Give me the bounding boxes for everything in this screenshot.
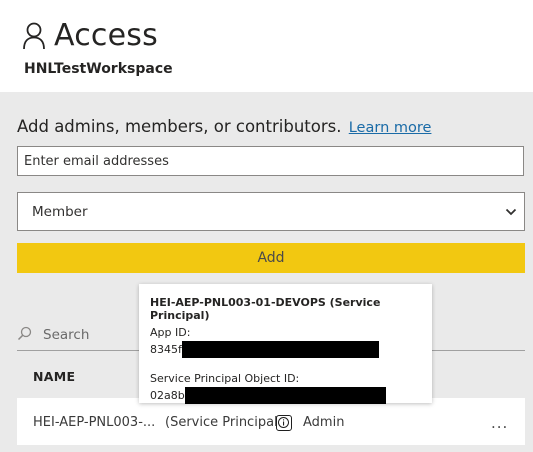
person-icon [23, 22, 45, 49]
row-role: Admin [303, 415, 345, 430]
more-options-icon[interactable]: ... [491, 414, 508, 432]
object-id-value: 02a8b [150, 389, 185, 402]
search-input[interactable]: Search [43, 327, 89, 343]
page-title: Access [54, 18, 158, 53]
search-icon [17, 326, 32, 341]
object-id-line: 02a8b [150, 387, 422, 404]
chevron-down-icon [505, 208, 517, 216]
tooltip-title: HEI-AEP-PNL003-01-DEVOPS (Service Princi… [150, 296, 381, 322]
redaction-bar [184, 387, 386, 404]
table-row[interactable]: HEI-AEP-PNL003-... (Service Principal) A… [17, 398, 525, 445]
learn-more-link[interactable]: Learn more [349, 120, 432, 136]
header: Access HNLTestWorkspace [0, 0, 533, 92]
info-tooltip: HEI-AEP-PNL003-01-DEVOPS (Service Princi… [139, 284, 432, 404]
add-prompt-row: Add admins, members, or contributors. Le… [17, 117, 431, 136]
title-row: Access [22, 18, 158, 53]
add-button[interactable]: Add [17, 243, 525, 273]
workspace-name: HNLTestWorkspace [24, 61, 173, 77]
row-name: HEI-AEP-PNL003-... [33, 415, 156, 430]
add-prompt: Add admins, members, or contributors. [17, 117, 342, 136]
email-input[interactable] [17, 146, 524, 176]
redaction-bar [181, 341, 379, 358]
object-id-label: Service Principal Object ID: [150, 372, 300, 385]
role-selected-value: Member [32, 204, 88, 220]
app-id-value: 8345f [150, 343, 182, 356]
row-type: (Service Principal) [165, 415, 283, 430]
app-id-line: 8345f [150, 341, 422, 358]
role-dropdown[interactable]: Member [17, 192, 525, 231]
info-icon[interactable] [276, 415, 292, 431]
column-header-name[interactable]: NAME [33, 369, 75, 384]
app-id-label: App ID: [150, 326, 191, 339]
